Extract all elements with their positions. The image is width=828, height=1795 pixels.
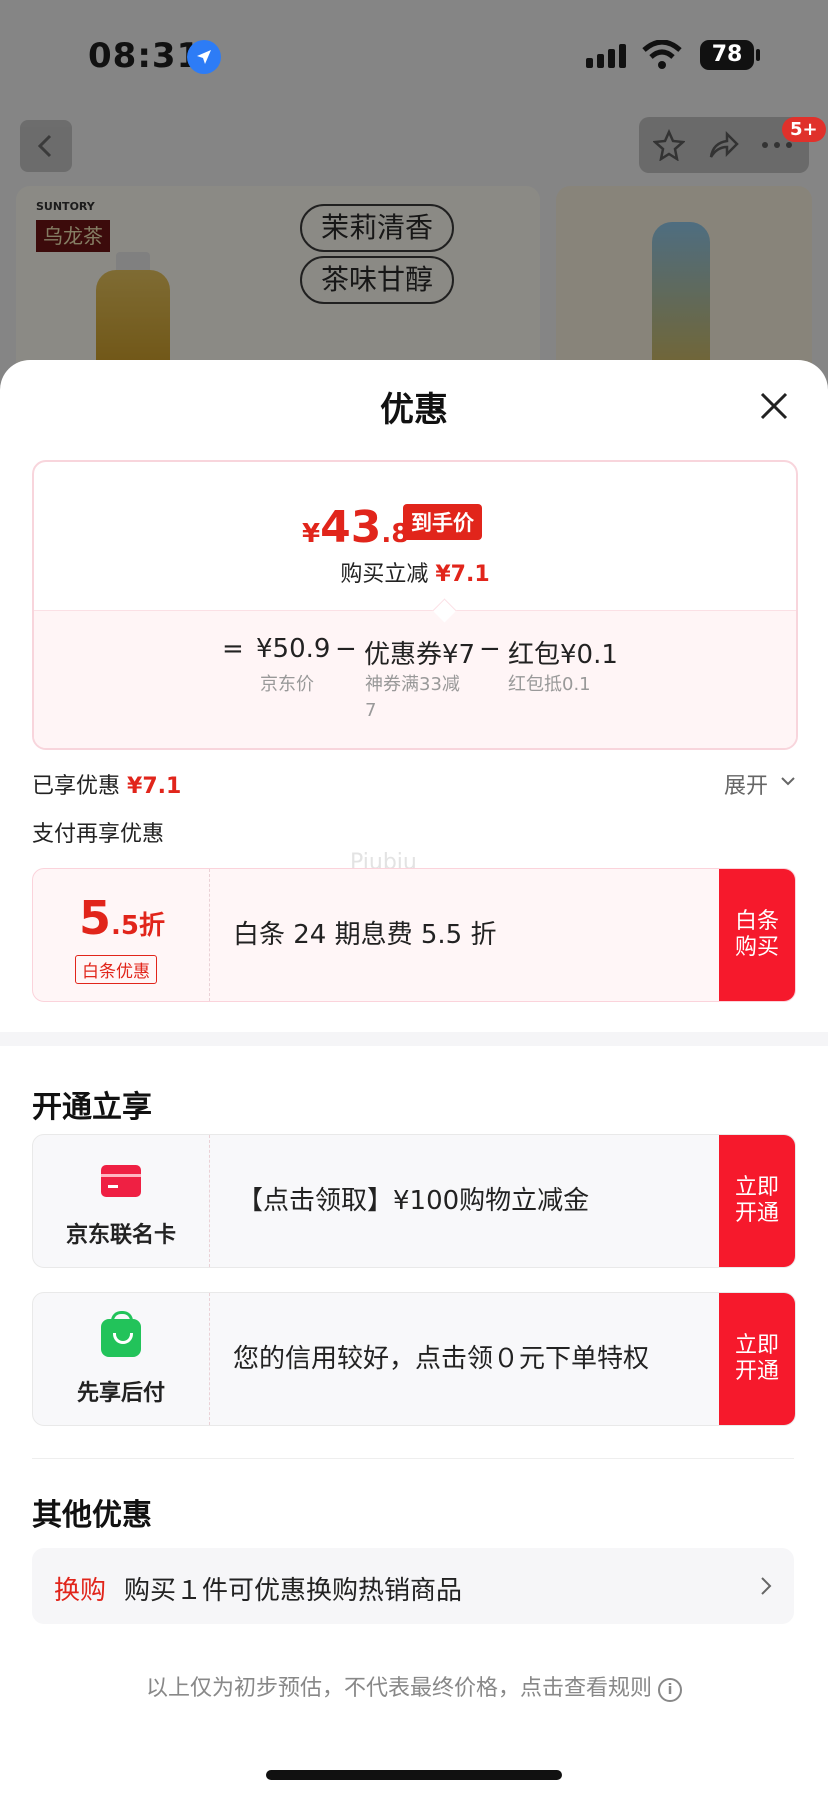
instant-discount: 购买立减 ¥7.1 <box>34 556 796 588</box>
battery-level: 78 <box>700 40 754 70</box>
enjoyed-value: ¥7.1 <box>127 774 182 799</box>
instant-discount-value: ¥7.1 <box>435 562 490 587</box>
baitiao-tag: 白条优惠 <box>75 955 157 984</box>
price-breakdown-card: ¥43.8 到手价 购买立减 ¥7.1 = ¥50.9 − 优惠券¥7 − 红包… <box>32 460 798 750</box>
message-badge: 5+ <box>782 117 826 142</box>
jd-card-left: 京东联名卡 <box>33 1135 210 1267</box>
share-icon[interactable] <box>707 129 739 161</box>
credit-card-icon <box>101 1165 141 1197</box>
wifi-icon <box>642 40 682 69</box>
redpacket-label: 红包抵0.1 <box>508 674 591 695</box>
star-icon[interactable] <box>653 129 685 161</box>
jd-card-open-button[interactable]: 立即 开通 <box>719 1135 795 1267</box>
final-price: ¥43.8 <box>302 502 409 553</box>
info-icon[interactable]: i <box>658 1678 682 1702</box>
pay-section-title: 支付再享优惠 <box>32 822 165 847</box>
pay-later-left: 先享后付 <box>33 1293 210 1425</box>
baitiao-offer[interactable]: 5.5折 白条优惠 白条 24 期息费 5.5 折 白条 购买 <box>32 868 796 1002</box>
battery-tip <box>756 49 760 61</box>
enjoyed-label: 已享优惠 <box>32 774 121 799</box>
discount-sheet: 优惠 ¥43.8 到手价 购买立减 ¥7.1 = ¥50.9 − 优惠券¥7 −… <box>0 360 828 1795</box>
section-divider <box>0 1032 828 1046</box>
divider-line <box>32 1458 794 1459</box>
discount-integer: 5 <box>79 891 112 945</box>
coupon-label: 神券满33减 7 <box>365 674 460 721</box>
expand-button[interactable]: 展开 <box>724 768 795 800</box>
sheet-title: 优惠 <box>380 390 448 430</box>
location-arrow-icon <box>187 40 221 74</box>
final-price-tag: 到手价 <box>403 504 482 540</box>
other-section-title: 其他优惠 <box>32 1498 152 1533</box>
jd-card-desc: 【点击领取】¥100购物立减金 <box>237 1186 590 1216</box>
currency-symbol: ¥ <box>302 519 321 549</box>
jd-card-name: 京东联名卡 <box>65 1223 176 1248</box>
open-section-title: 开通立享 <box>32 1090 152 1125</box>
formula-equals: = <box>222 634 244 664</box>
expand-label: 展开 <box>724 774 769 799</box>
formula-minus: − <box>479 634 501 664</box>
chevron-down-icon <box>781 777 795 786</box>
shopping-bag-icon <box>101 1311 141 1357</box>
baitiao-buy-button[interactable]: 白条 购买 <box>719 869 795 1001</box>
status-time: 08:31 <box>88 36 202 76</box>
pay-later-offer[interactable]: 先享后付 您的信用较好，点击领０元下单特权 立即 开通 <box>32 1292 796 1426</box>
baitiao-discount: 5.5折 <box>79 891 165 945</box>
formula-minus: − <box>335 634 357 664</box>
status-bar: 08:31 78 <box>0 0 828 110</box>
trade-in-keyword: 换购 <box>54 1576 107 1606</box>
more-icon[interactable] <box>761 141 793 149</box>
back-button[interactable] <box>20 120 72 172</box>
baitiao-desc: 白条 24 期息费 5.5 折 <box>233 920 497 950</box>
instant-discount-label: 购买立减 <box>340 562 429 587</box>
footnote-text: 以上仅为初步预估，不代表最终价格，点击查看规则 <box>145 1676 652 1701</box>
formula-redpacket: 红包¥0.1 <box>508 640 618 670</box>
chevron-right-icon <box>761 1577 772 1595</box>
close-icon[interactable] <box>758 390 790 422</box>
baitiao-left: 5.5折 白条优惠 <box>33 869 210 1001</box>
chevron-left-icon <box>37 134 52 158</box>
pay-later-name: 先享后付 <box>76 1381 165 1406</box>
jd-price-label: 京东价 <box>260 674 314 695</box>
cellular-signal-icon <box>586 44 626 68</box>
formula-coupon: 优惠券¥7 <box>364 640 476 670</box>
home-indicator[interactable] <box>266 1770 562 1780</box>
enjoyed-discount: 已享优惠 ¥7.1 <box>32 768 181 800</box>
rules-footnote[interactable]: 以上仅为初步预估，不代表最终价格，点击查看规则 i <box>0 1670 828 1702</box>
jd-card-offer[interactable]: 京东联名卡 【点击领取】¥100购物立减金 立即 开通 <box>32 1134 796 1268</box>
trade-in-row[interactable]: 换购 购买１件可优惠换购热销商品 <box>32 1548 794 1624</box>
formula-jd-price: ¥50.9 <box>256 634 331 664</box>
pay-later-open-button[interactable]: 立即 开通 <box>719 1293 795 1425</box>
price-integer: 43 <box>320 502 382 553</box>
discount-decimal: .5折 <box>111 911 165 941</box>
pay-later-desc: 您的信用较好，点击领０元下单特权 <box>233 1344 650 1374</box>
trade-in-text: 购买１件可优惠换购热销商品 <box>124 1576 463 1606</box>
